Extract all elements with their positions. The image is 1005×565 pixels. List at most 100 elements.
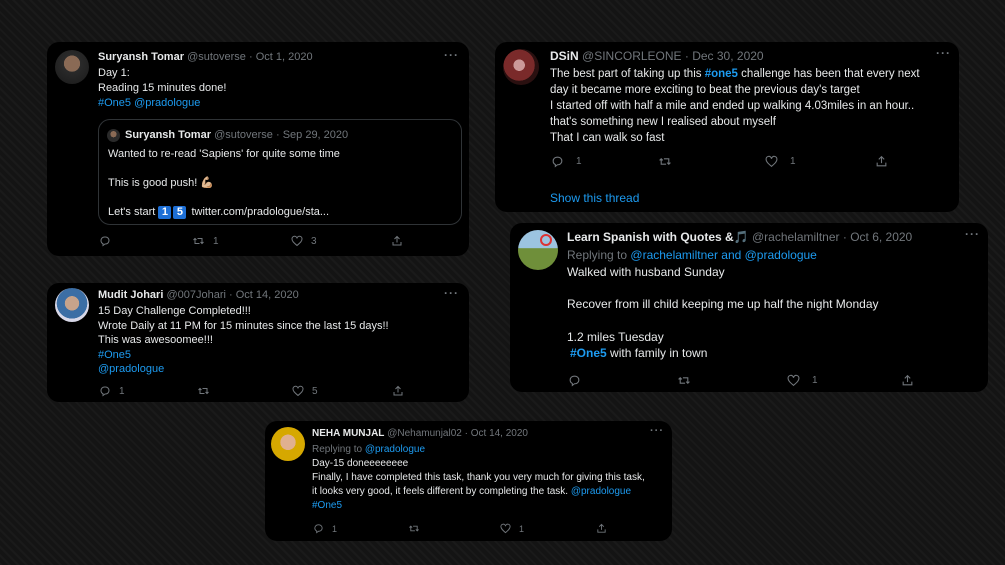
reply-button[interactable]: 1 [551,155,582,168]
reply-icon [100,236,110,247]
heart-icon [765,155,778,168]
like-button[interactable]: 1 [787,374,818,387]
like-button[interactable]: 3 [291,235,317,247]
share-button[interactable] [391,235,403,247]
more-options-icon[interactable]: ··· [936,46,951,60]
retweet-icon [198,387,209,395]
author-handle-date[interactable]: @sutoverse · Oct 1, 2020 [187,51,313,63]
mention-link[interactable]: @pradologue [365,444,425,455]
avatar[interactable] [55,288,89,322]
reply-icon [569,375,580,387]
avatar[interactable] [503,49,539,85]
author-handle-date[interactable]: @rachelamiltner · Oct 6, 2020 [752,230,912,244]
reply-icon [100,386,110,397]
mention-link[interactable]: @rachelamiltner and @pradologue [630,248,816,262]
heart-icon [292,385,304,397]
tweet-text: 15 Day Challenge Completed!!! [98,305,251,317]
share-button[interactable] [596,523,607,534]
more-options-icon[interactable]: ··· [650,425,664,437]
tweet-text: Reading 15 minutes done! [98,82,227,94]
mention-link[interactable]: @pradologue [98,362,389,377]
tweet-text: 1.2 miles Tuesday [567,329,664,344]
retweet-icon [193,237,204,245]
author-name[interactable]: Suryansh Tomar [98,51,184,63]
keycap-five-icon: 5 [173,206,187,219]
avatar[interactable] [271,427,305,461]
retweet-button[interactable] [677,374,691,387]
tweet-text: The best part of taking up this [550,68,702,80]
hashtag-link[interactable]: #One5 [570,346,607,360]
tweet-text: Finally, I have completed this task, tha… [312,472,645,483]
author-name[interactable]: Learn Spanish with Quotes &🎵 [567,230,749,244]
more-options-icon[interactable]: ··· [965,227,980,241]
author-handle-date[interactable]: @SINCORLEONE · Dec 30, 2020 [582,49,764,63]
share-button[interactable] [875,155,888,168]
tweet-text: that's something new I realised about my… [550,116,776,128]
quote-text: This is good push! 💪🏼 [108,177,215,189]
like-count: 5 [312,385,318,397]
heart-icon [787,374,800,387]
like-count: 1 [790,156,796,167]
mention-link[interactable]: @pradologue [571,486,631,497]
hashtag-link[interactable]: #One5 [98,97,131,109]
tweet-card-mudit[interactable]: Mudit Johari @007Johari · Oct 14, 2020 ·… [47,283,469,402]
share-button[interactable] [901,374,914,387]
more-options-icon[interactable]: ··· [444,48,459,62]
retweet-button[interactable]: 1 [192,235,219,247]
tweet-card-learn-spanish[interactable]: Learn Spanish with Quotes &🎵 @rachelamil… [510,223,988,392]
quote-text: Let's start [108,206,156,218]
author-handle-date[interactable]: @007Johari · Oct 14, 2020 [166,289,298,301]
no-sign-icon [540,234,552,246]
author-name[interactable]: NEHA MUNJAL [312,428,384,439]
like-button[interactable]: 1 [765,155,796,168]
share-icon [393,385,403,396]
share-icon [392,235,402,246]
author-handle-date[interactable]: @Nehamunjal02 · Oct 14, 2020 [387,428,528,439]
show-thread-link[interactable]: Show this thread [550,191,639,205]
share-icon [876,155,887,167]
avatar [107,129,120,142]
reply-button[interactable] [568,374,581,387]
heart-icon [500,523,511,534]
quote-link[interactable]: twitter.com/pradologue/sta... [191,206,329,218]
quoted-tweet[interactable]: Suryansh Tomar @sutoverse · Sep 29, 2020… [98,119,462,225]
keycap-one-icon: 1 [158,206,172,219]
reply-button[interactable]: 1 [99,385,125,397]
mention-link[interactable]: @pradologue [134,97,200,109]
tweet-text: Day 1: [98,67,130,79]
replying-to-label: Replying to [312,444,363,455]
hashtag-link[interactable]: #one5 [705,68,738,80]
retweet-button[interactable] [197,385,210,397]
avatar[interactable] [518,230,558,270]
hashtag-link[interactable]: #One5 [312,499,645,513]
hashtag-link[interactable]: #One5 [98,348,389,363]
retweet-icon [409,525,419,532]
avatar[interactable] [55,50,89,84]
reply-icon [552,156,563,168]
reply-count: 1 [576,156,582,167]
reply-button[interactable]: 1 [313,523,337,534]
tweet-text: challenge has been that every next [741,68,920,80]
like-count: 3 [311,235,317,247]
like-button[interactable]: 5 [292,385,318,397]
author-name[interactable]: Mudit Johari [98,289,163,301]
reply-button[interactable] [99,235,111,247]
tweet-text: Day-15 doneeeeeeee [312,458,409,469]
tweet-text: it looks very good, it feels different b… [312,486,569,497]
retweet-button[interactable] [658,155,672,168]
like-count: 1 [519,523,525,534]
retweet-button[interactable] [408,523,420,534]
tweet-card-suryansh[interactable]: Suryansh Tomar @sutoverse · Oct 1, 2020 … [47,42,469,256]
reply-count: 1 [332,523,338,534]
heart-icon [291,235,303,247]
tweet-card-dsin[interactable]: DSiN @SINCORLEONE · Dec 30, 2020 ··· The… [495,42,959,212]
share-button[interactable] [392,385,404,397]
tweet-card-neha[interactable]: NEHA MUNJAL @Nehamunjal02 · Oct 14, 2020… [265,421,672,541]
author-handle-date: @sutoverse · Sep 29, 2020 [214,129,349,141]
tweet-text: with family in town [610,346,708,360]
tweet-text: Wrote Daily at 11 PM for 15 minutes sinc… [98,319,389,332]
author-name[interactable]: DSiN [550,49,579,63]
like-button[interactable]: 1 [500,523,524,534]
like-count: 1 [812,375,818,386]
more-options-icon[interactable]: ··· [444,286,459,300]
